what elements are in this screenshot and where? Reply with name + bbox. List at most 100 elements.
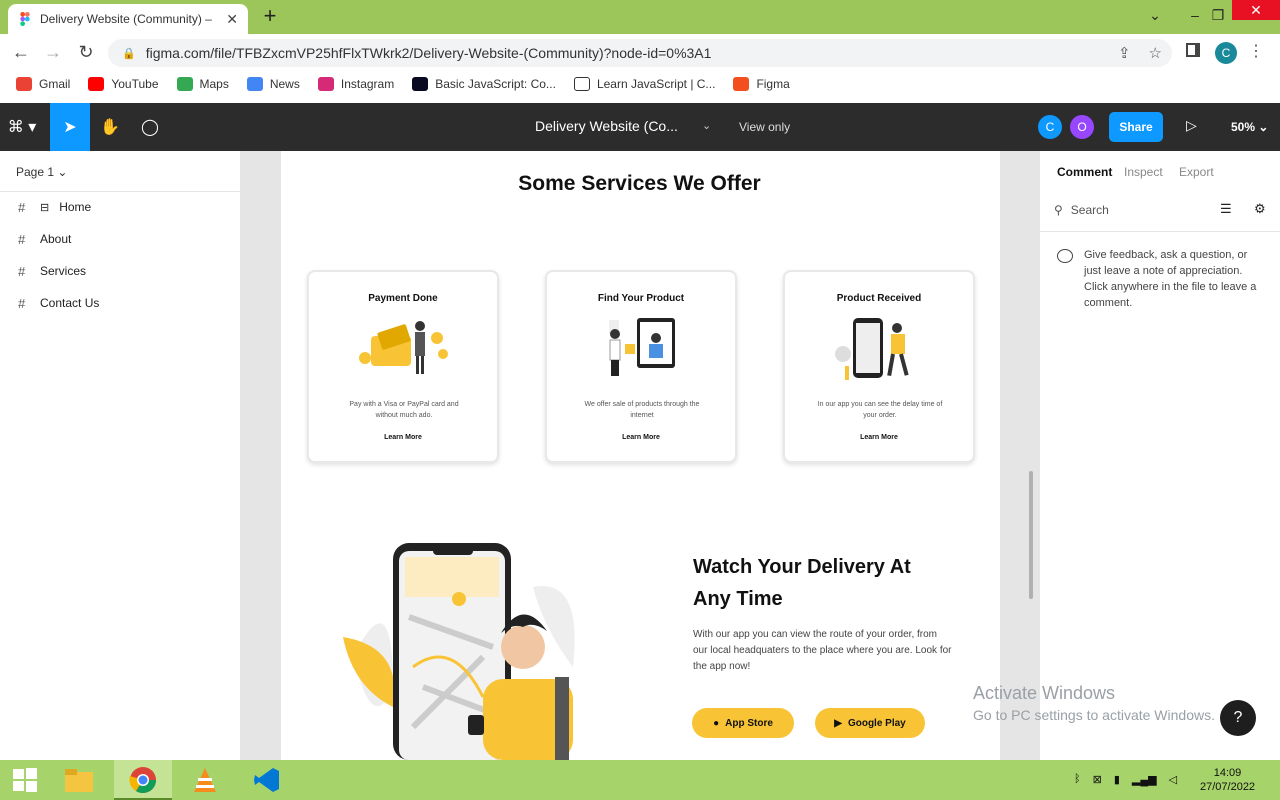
bookmark-gmail[interactable]: Gmail (16, 77, 70, 91)
browser-menu-icon[interactable]: ⋮ (1248, 41, 1264, 61)
service-card-payment: Payment Done Pay with a Visa or PayPal c… (307, 270, 499, 463)
close-tab-icon[interactable]: ✕ (226, 11, 238, 28)
learn-more-link[interactable]: Learn More (785, 434, 973, 441)
windows-taskbar: ᛒ ⊠ ▮ ▂▄▆ ◁ 14:09 27/07/2022 (0, 760, 1280, 800)
hand-tool-icon[interactable]: ✋ (90, 103, 130, 151)
google-play-button[interactable]: ▶ Google Play (815, 708, 925, 738)
file-explorer-icon[interactable] (62, 764, 96, 796)
file-title[interactable]: Delivery Website (Co... (535, 118, 678, 134)
windows-start-icon[interactable] (8, 764, 42, 796)
bookmark-instagram[interactable]: Instagram (317, 77, 394, 91)
learn-more-link[interactable]: Learn More (309, 434, 497, 441)
delivery-tracking-illustration (343, 543, 575, 760)
figma-toolbar: ⌘ ▾ ➤ ✋ ◯ Delivery Website (Co... ⌄ View… (0, 103, 1280, 151)
share-page-icon[interactable]: ⇪ (1118, 44, 1131, 62)
bookmark-freecodecamp[interactable]: Basic JavaScript: Co... (412, 77, 556, 91)
play-store-icon: ▶ (834, 717, 842, 729)
figma-menu-icon[interactable]: ⌘ ▾ (2, 103, 42, 151)
signal-icon[interactable]: ▂▄▆ (1132, 773, 1157, 786)
vscode-icon[interactable] (250, 764, 284, 796)
network-icon[interactable]: ⊠ (1093, 773, 1102, 786)
figma-icon (733, 77, 750, 91)
tab-title: Delivery Website (Community) – (40, 12, 212, 26)
new-tab-button[interactable]: + (258, 5, 282, 29)
lock-icon: 🔒 (122, 47, 136, 60)
watch-delivery-description: With our app you can view the route of y… (693, 629, 952, 672)
canvas-scrollbar[interactable] (1029, 471, 1033, 599)
divider (1040, 231, 1280, 232)
share-button[interactable]: Share (1109, 112, 1163, 142)
zoom-level[interactable]: 50% ⌄ (1231, 120, 1268, 134)
vlc-icon[interactable] (188, 764, 222, 796)
chrome-icon[interactable] (126, 764, 160, 796)
battery-icon[interactable]: ▮ (1114, 773, 1120, 786)
comment-empty-message: Give feedback, ask a question, or just l… (1084, 249, 1257, 309)
forward-icon[interactable]: → (42, 42, 64, 64)
layer-about[interactable]: # About (18, 229, 71, 249)
bookmark-maps[interactable]: Maps (176, 77, 229, 91)
card-title: Find Your Product (597, 293, 685, 304)
properties-panel: Comment Inspect Export ⚲ Search ☰ ⚙ Give … (1039, 151, 1280, 760)
browser-tab[interactable]: Delivery Website (Community) – ✕ (8, 4, 248, 34)
comment-bubble-icon (1057, 249, 1073, 263)
bookmark-news[interactable]: News (246, 77, 300, 91)
taskbar-clock[interactable]: 14:09 27/07/2022 (1200, 766, 1255, 794)
tab-inspect[interactable]: Inspect (1124, 165, 1163, 179)
collaborator-avatar[interactable]: O (1070, 115, 1094, 139)
instagram-icon (317, 77, 334, 91)
restore-icon[interactable]: ❐ (1203, 2, 1233, 28)
card-description: We offer sale of products through the in… (584, 401, 700, 419)
tab-export[interactable]: Export (1179, 165, 1214, 179)
card-title: Product Received (836, 293, 922, 304)
page-selector[interactable]: Page 1 ⌄ (16, 165, 67, 179)
frame-icon: # (18, 295, 26, 311)
url-text: figma.com/file/TFBZxcmVP25hfFlxTWkrk2/De… (145, 45, 712, 61)
service-card-product-received: Product Received In our app you can see … (783, 270, 975, 463)
layer-services[interactable]: # Services (18, 261, 86, 281)
activate-windows-title: Activate Windows (973, 683, 1116, 703)
window-close-icon[interactable]: ✕ (1232, 0, 1280, 20)
volume-icon[interactable]: ◁ (1169, 773, 1177, 786)
search-icon: ⚲ (1054, 203, 1063, 217)
shopping-illustration (609, 318, 675, 376)
present-play-icon[interactable]: ▷ (1186, 117, 1197, 134)
tab-search-icon[interactable]: ⌄ (1140, 2, 1170, 28)
bookmark-youtube[interactable]: YouTube (88, 77, 159, 91)
layer-home[interactable]: # ⊟ Home (18, 197, 91, 217)
url-input[interactable]: 🔒 figma.com/file/TFBZxcmVP25hfFlxTWkrk2/… (108, 39, 1172, 67)
back-icon[interactable]: ← (10, 42, 32, 64)
move-tool-icon[interactable]: ➤ (50, 103, 90, 151)
card-description: In our app you can see the delay time of… (817, 401, 943, 419)
collaborator-avatar[interactable]: C (1038, 115, 1062, 139)
app-store-button[interactable]: ● App Store (692, 708, 794, 738)
help-button[interactable]: ? (1220, 700, 1256, 736)
design-frame: Some Services We Offer Payment Done Pay … (281, 151, 1000, 760)
browser-tab-bar: Delivery Website (Community) – ✕ + ⌄ – ❐… (0, 0, 1280, 34)
settings-sliders-icon[interactable]: ⚙ (1254, 201, 1266, 217)
component-icon: ⊟ (40, 201, 50, 214)
profile-avatar[interactable]: C (1215, 42, 1237, 64)
activate-windows-subtitle: Go to PC settings to activate Windows. (973, 707, 1215, 723)
payment-illustration (359, 321, 448, 374)
bluetooth-icon[interactable]: ᛒ (1074, 773, 1081, 786)
design-canvas[interactable]: Some Services We Offer Payment Done Pay … (241, 151, 1039, 760)
freecodecamp-icon (412, 77, 429, 91)
bookmark-figma[interactable]: Figma (733, 77, 790, 91)
news-icon (246, 77, 263, 91)
comment-tool-icon[interactable]: ◯ (130, 103, 170, 151)
filter-icon[interactable]: ☰ (1220, 201, 1232, 217)
youtube-icon (88, 77, 105, 91)
delivery-illustration (835, 318, 909, 380)
learn-more-link[interactable]: Learn More (547, 434, 735, 441)
bookmark-star-icon[interactable]: ☆ (1149, 44, 1162, 62)
layer-contact-us[interactable]: # Contact Us (18, 293, 99, 313)
chevron-down-icon[interactable]: ⌄ (702, 119, 711, 132)
side-panel-icon[interactable] (1186, 43, 1200, 57)
reload-icon[interactable]: ↻ (75, 42, 97, 64)
comment-search[interactable]: ⚲ Search (1054, 203, 1109, 217)
bookmark-codecademy[interactable]: Learn JavaScript | C... (573, 77, 715, 91)
services-title: Some Services We Offer (518, 172, 761, 195)
tab-comment[interactable]: Comment (1057, 165, 1112, 179)
address-bar-row: ← → ↻ 🔒 figma.com/file/TFBZxcmVP25hfFlxT… (0, 34, 1280, 70)
bookmarks-bar: Gmail YouTube Maps News Instagram Basic … (0, 70, 1280, 98)
